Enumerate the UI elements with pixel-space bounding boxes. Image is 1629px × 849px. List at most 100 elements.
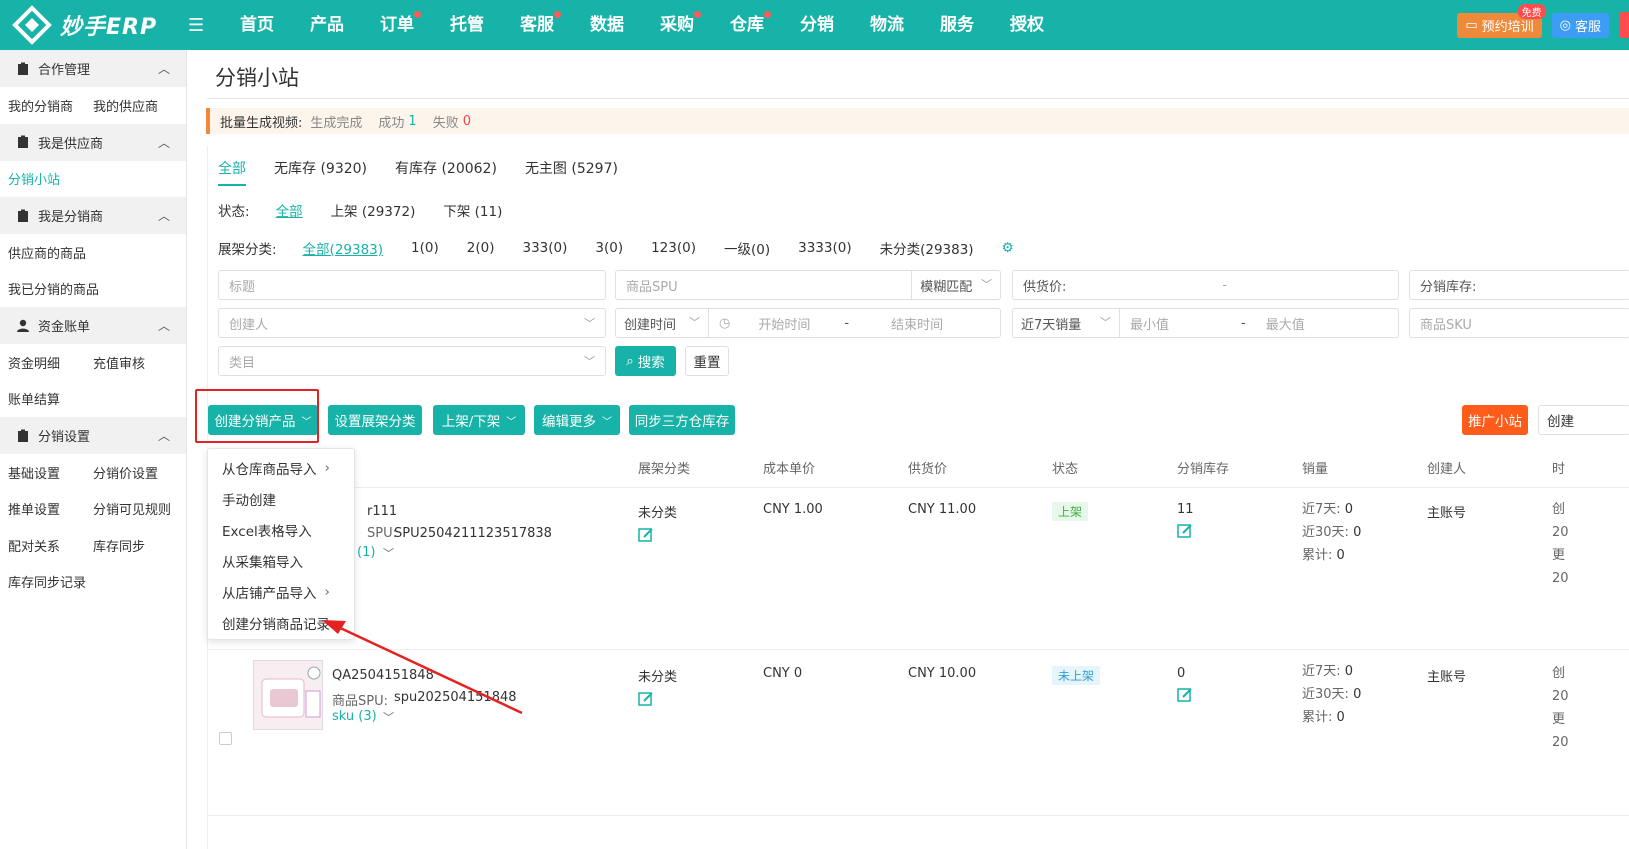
nav-item-9[interactable]: 物流 — [852, 0, 922, 50]
create-right-button[interactable]: 创建 — [1538, 405, 1629, 435]
sidebar-group-funds[interactable]: 资金账单 ︿ — [0, 307, 186, 344]
shelf-option-6[interactable]: 一级(0) — [724, 238, 770, 258]
tab-2[interactable]: 有库存 (20062) — [395, 158, 497, 186]
supply-price-range[interactable]: 供货价: - — [1012, 270, 1399, 300]
end-time-input[interactable]: 结束时间 — [891, 314, 943, 333]
sidebar-item-push-settings[interactable]: 推单设置 — [8, 499, 93, 518]
menu-item-manual-create[interactable]: 手动创建 — [208, 483, 354, 514]
product-thumbnail[interactable] — [253, 660, 323, 730]
search-label: 搜索 — [637, 355, 665, 371]
shelf-option-4[interactable]: 3(0) — [595, 240, 623, 256]
onoff-button[interactable]: 上架/下架 ﹀ — [433, 405, 525, 435]
spu-input[interactable]: 商品SPU — [616, 276, 911, 295]
promote-station-button[interactable]: 推广小站 — [1462, 405, 1528, 435]
shelf-option-3[interactable]: 333(0) — [522, 240, 567, 256]
status-option-off[interactable]: 下架 (11) — [443, 200, 502, 220]
gear-icon[interactable]: ⚙ — [1002, 240, 1014, 256]
nav-item-5[interactable]: 数据 — [572, 0, 642, 50]
menu-item-import-collection[interactable]: 从采集箱导入 — [208, 545, 354, 576]
status-option-all[interactable]: 全部 — [276, 200, 303, 220]
shelf-option-8[interactable]: 未分类(29383) — [880, 238, 974, 258]
service-button[interactable]: ◎ 客服 — [1551, 12, 1609, 38]
created-time-select[interactable]: 创建时间 ﹀ — [616, 314, 708, 333]
tab-3[interactable]: 无主图 (5297) — [525, 158, 618, 186]
chevron-down-icon[interactable]: ﹀ — [383, 545, 394, 561]
edit-more-button[interactable]: 编辑更多 ﹀ — [534, 405, 620, 435]
dist-stock-range[interactable]: 分销库存: — [1409, 270, 1629, 300]
col-status: 状态 — [1052, 462, 1079, 477]
sidebar-item-bill-settlement[interactable]: 账单结算 — [8, 389, 96, 408]
sidebar-item-pairing[interactable]: 配对关系 — [8, 536, 93, 555]
status-filter-label: 状态: — [218, 204, 250, 220]
nav-item-3[interactable]: 托管 — [432, 0, 502, 50]
shelf-option-2[interactable]: 2(0) — [467, 240, 495, 256]
sidebar-item-my-suppliers[interactable]: 我的供应商 — [93, 96, 178, 115]
edit-icon[interactable] — [638, 527, 654, 543]
nav-item-4[interactable]: 客服 — [502, 0, 572, 50]
sidebar-item-distribution-station[interactable]: 分销小站 — [8, 169, 96, 188]
set-shelf-button[interactable]: 设置展架分类 — [328, 405, 422, 435]
sidebar-item-my-distributors[interactable]: 我的分销商 — [8, 96, 93, 115]
sidebar-row: 供应商的商品 — [0, 234, 186, 271]
menu-item-import-store[interactable]: 从店铺产品导入 › — [208, 576, 354, 607]
sku-input[interactable]: 商品SKU — [1409, 308, 1629, 338]
edit-icon[interactable] — [1177, 687, 1193, 703]
chevron-down-icon: ﹀ — [689, 315, 700, 329]
nav-item-11[interactable]: 授权 — [992, 0, 1062, 50]
nav-item-6[interactable]: 采购 — [642, 0, 712, 50]
reset-button[interactable]: 重置 — [685, 346, 729, 376]
sidebar-group-supplier[interactable]: 我是供应商 ︿ — [0, 123, 186, 161]
cost-value: CNY 0 — [763, 666, 803, 681]
max-input[interactable]: 最大值 — [1266, 314, 1305, 333]
match-select[interactable]: 模糊匹配 ﹀ — [912, 276, 1000, 295]
sales-range-select[interactable]: 近7天销量 ﹀ — [1013, 314, 1119, 333]
menu-item-create-records[interactable]: 创建分销商品记录 — [208, 607, 354, 638]
nav-item-1[interactable]: 产品 — [292, 0, 362, 50]
menu-item-excel-import[interactable]: Excel表格导入 — [208, 514, 354, 545]
sidebar-item-basic-settings[interactable]: 基础设置 — [8, 463, 93, 482]
shelf-option-5[interactable]: 123(0) — [651, 240, 696, 256]
min-input[interactable]: 最小值 — [1120, 314, 1169, 333]
menu-toggle-icon[interactable]: ☰ — [188, 15, 208, 36]
sidebar-item-supplier-products[interactable]: 供应商的商品 — [8, 243, 86, 262]
shelf-option-7[interactable]: 3333(0) — [798, 240, 851, 256]
table-row[interactable]: r111 SPU: SPU2504211123517838 (1) ﹀ 未分类 … — [207, 488, 1629, 650]
table-row[interactable]: QA2504151848 商品SPU: spu202504151848 sku … — [207, 650, 1629, 816]
nav-item-8[interactable]: 分销 — [782, 0, 852, 50]
menu-item-import-warehouse[interactable]: 从仓库商品导入 › — [208, 452, 354, 483]
shelf-option-1[interactable]: 1(0) — [411, 240, 439, 256]
sync-stock-button[interactable]: 同步三方仓库存 — [629, 405, 735, 435]
nav-item-7[interactable]: 仓库 — [712, 0, 782, 50]
start-time-input[interactable]: 开始时间 — [758, 314, 810, 333]
sidebar-item-stock-sync[interactable]: 库存同步 — [93, 536, 178, 555]
training-button[interactable]: ▭ 预约培训 免费 — [1457, 3, 1546, 38]
tab-1[interactable]: 无库存 (9320) — [274, 158, 367, 186]
sidebar-item-price-settings[interactable]: 分销价设置 — [93, 463, 178, 482]
sidebar-group-cooperation[interactable]: 合作管理 ︿ — [0, 50, 186, 87]
edit-icon[interactable] — [1177, 523, 1193, 539]
row-checkbox[interactable] — [219, 732, 232, 745]
edit-icon[interactable] — [638, 691, 654, 707]
sidebar-item-stock-sync-records[interactable]: 库存同步记录 — [8, 572, 86, 591]
nav-item-0[interactable]: 首页 — [222, 0, 292, 50]
search-button[interactable]: ⌕ 搜索 — [615, 346, 676, 376]
logo[interactable]: 妙手ERP — [0, 5, 190, 45]
tab-0[interactable]: 全部 — [218, 158, 246, 186]
status-option-on[interactable]: 上架 (29372) — [331, 200, 416, 220]
sidebar-item-my-distributed-products[interactable]: 我已分销的商品 — [8, 279, 99, 298]
title-input[interactable]: 标题 — [218, 270, 606, 300]
shelf-option-0[interactable]: 全部(29383) — [303, 238, 383, 258]
sidebar-item-recharge-review[interactable]: 充值审核 — [93, 353, 178, 372]
user-button[interactable] — [1619, 12, 1629, 38]
sku-toggle[interactable]: sku (3) — [332, 709, 377, 724]
sidebar-item-visibility-rules[interactable]: 分销可见规则 — [93, 499, 178, 518]
sidebar-item-fund-details[interactable]: 资金明细 — [8, 353, 93, 372]
sidebar-group-distributor[interactable]: 我是分销商 ︿ — [0, 197, 186, 234]
sku-toggle[interactable]: (1) — [357, 545, 375, 560]
sidebar-group-settings[interactable]: 分销设置 ︿ — [0, 417, 186, 454]
chevron-down-icon[interactable]: ﹀ — [383, 709, 394, 725]
nav-item-2[interactable]: 订单 — [362, 0, 432, 50]
creator-select[interactable]: 创建人 ﹀ — [218, 308, 606, 338]
category-select[interactable]: 类目 ﹀ — [218, 346, 606, 376]
nav-item-10[interactable]: 服务 — [922, 0, 992, 50]
